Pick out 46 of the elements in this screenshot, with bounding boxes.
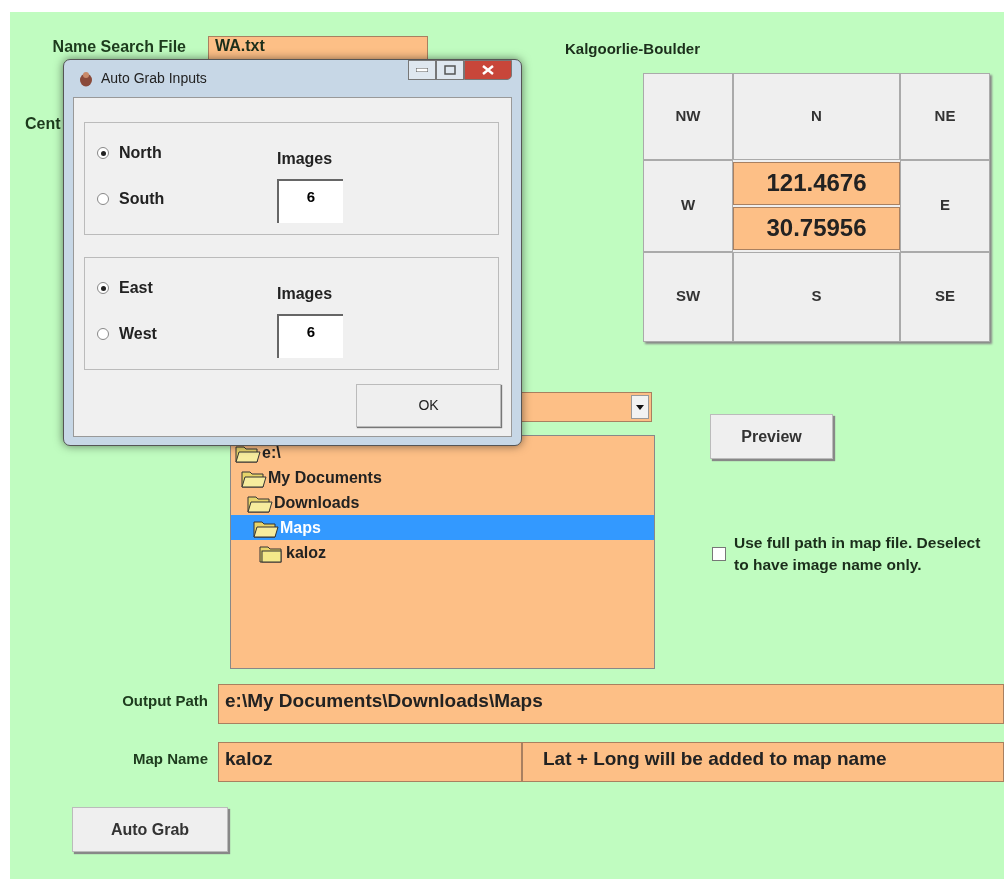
app-icon [79,70,93,87]
field-label: Map Name [131,749,209,769]
close-icon [482,65,494,75]
direction-button[interactable]: E [900,159,990,252]
checkbox-label: Use full path in map file. Deselect to have image name only. [734,533,982,575]
maximize-icon [444,65,456,75]
minimize-icon [416,68,428,72]
ok-button[interactable]: OK [356,384,501,427]
images-input[interactable]: 6 [277,179,343,223]
preview-button[interactable]: Preview [710,414,833,459]
field-label: Cent [24,114,62,134]
images-input[interactable]: 6 [277,314,343,358]
maximize-button[interactable] [436,60,464,80]
tree-item[interactable]: Downloads [231,490,654,515]
location-label: Kalgoorlie-Boulder [565,39,701,59]
name-search-combo[interactable]: WA.txt [208,36,428,62]
field-label: Output Path [121,691,209,711]
field-label: Name Search File [51,37,187,56]
direction-button[interactable]: SE [900,251,990,342]
direction-button[interactable]: N [733,72,900,160]
direction-button[interactable]: S [733,251,900,342]
direction-button[interactable]: NW [643,72,733,160]
auto-grab-button[interactable]: Auto Grab [72,807,228,852]
map-name-field[interactable]: kaloz [218,742,522,782]
radio-option[interactable]: South [97,187,277,211]
tree-item[interactable]: kaloz [231,540,654,565]
dropdown-arrow-icon [636,404,644,410]
minimize-button[interactable] [408,60,436,80]
longitude-field[interactable]: 121.4676 [733,161,900,205]
images-label: Images [277,284,334,304]
close-button[interactable] [464,60,512,80]
images-label: Images [277,149,334,169]
direction-button[interactable]: NE [900,72,990,160]
direction-button[interactable]: W [643,159,733,252]
tree-item[interactable]: e:\ [231,440,654,465]
latitude-field[interactable]: 30.75956 [733,206,900,250]
radio-option[interactable]: North [97,141,277,165]
radio-option[interactable]: East [97,276,277,300]
map-name-note: Lat + Long will be added to map name [522,742,1004,782]
window-title: Auto Grab Inputs [101,69,207,88]
tree-item[interactable]: My Documents [231,465,654,490]
output-path-field[interactable]: e:\My Documents\Downloads\Maps [218,684,1004,724]
radio-option[interactable]: West [97,322,277,346]
checkbox[interactable] [712,546,726,561]
direction-button[interactable]: SW [643,251,733,342]
folder-tree[interactable]: e:\ My Documents Downloads Maps kaloz [230,435,655,669]
